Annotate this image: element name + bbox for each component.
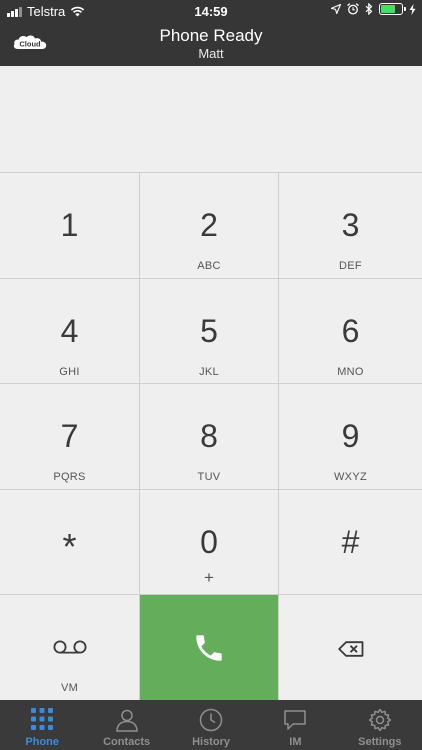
person-icon <box>115 709 138 732</box>
tab-settings[interactable]: Settings <box>338 700 422 750</box>
key-digit: 5 <box>200 312 218 349</box>
key-letters: TUV <box>197 471 221 484</box>
key-digit: 8 <box>200 418 218 455</box>
bluetooth-icon <box>365 3 373 15</box>
key-3[interactable]: 3 DEF <box>279 173 422 279</box>
key-letters: DEF <box>339 260 362 272</box>
chat-bubble-icon <box>284 710 307 730</box>
key-digit: 1 <box>60 207 79 243</box>
call-button[interactable] <box>140 595 279 701</box>
voicemail-button[interactable]: VM <box>0 595 140 701</box>
key-letters: WXYZ <box>334 471 367 484</box>
key-digit: * <box>62 525 77 567</box>
dial-keypad: 1 2 ABC 3 DEF 4 GHI 5 JKL 6 MNO 7 PQRS 8… <box>0 172 422 701</box>
keypad-grid-icon <box>31 708 54 730</box>
number-display <box>0 66 422 172</box>
phone-handset-icon <box>196 635 222 662</box>
key-digit: 6 <box>341 312 360 349</box>
location-arrow-icon <box>331 4 341 14</box>
key-1[interactable]: 1 <box>0 173 140 279</box>
tab-phone[interactable]: Phone <box>0 700 84 750</box>
user-name: Matt <box>198 46 224 61</box>
key-letters: PQRS <box>53 471 86 484</box>
key-letters: MNO <box>337 365 364 378</box>
key-9[interactable]: 9 WXYZ <box>279 384 422 490</box>
tab-contacts[interactable]: Contacts <box>84 700 168 750</box>
app-header: Telstra 14:59 Cloud Phone Ready Matt <box>0 0 422 66</box>
key-2[interactable]: 2 ABC <box>140 173 279 279</box>
tab-label: History <box>192 736 230 748</box>
key-digit: 9 <box>341 418 360 455</box>
delete-button[interactable] <box>279 595 422 701</box>
charging-bolt-icon <box>409 3 416 15</box>
tab-label: Settings <box>358 736 402 748</box>
key-digit: 4 <box>60 312 79 349</box>
gear-icon <box>368 708 392 732</box>
tab-history[interactable]: History <box>169 700 253 750</box>
key-5[interactable]: 5 JKL <box>140 278 279 385</box>
tab-label: IM <box>289 736 302 748</box>
title-block: Phone Ready Matt <box>0 26 422 62</box>
tab-im[interactable]: IM <box>253 700 337 750</box>
status-right <box>331 3 416 15</box>
key-letters: JKL <box>199 365 219 378</box>
clock-icon <box>199 708 223 732</box>
key-6[interactable]: 6 MNO <box>279 278 422 385</box>
key-plus: + <box>204 567 214 587</box>
key-digit: 3 <box>341 207 360 243</box>
voicemail-icon <box>53 640 86 654</box>
key-letters: GHI <box>59 365 80 378</box>
key-7[interactable]: 7 PQRS <box>0 384 140 490</box>
key-star[interactable]: * <box>0 489 140 596</box>
key-hash[interactable]: # <box>279 489 422 596</box>
tab-label: Contacts <box>103 736 151 748</box>
backspace-icon <box>337 641 363 658</box>
key-0[interactable]: 0 + <box>140 489 279 596</box>
key-digit: 7 <box>60 418 79 455</box>
key-letters: ABC <box>197 260 221 272</box>
key-8[interactable]: 8 TUV <box>140 384 279 490</box>
key-4[interactable]: 4 GHI <box>0 278 140 385</box>
battery-level <box>381 5 395 13</box>
key-digit: 2 <box>200 207 218 243</box>
battery-icon <box>379 3 406 15</box>
tab-bar: Phone Contacts History IM Settings <box>0 700 422 750</box>
key-digit: # <box>341 523 360 560</box>
alarm-clock-icon <box>347 3 359 15</box>
tab-label: Phone <box>25 736 60 748</box>
page-title: Phone Ready <box>159 26 263 45</box>
key-digit: 0 <box>200 523 218 560</box>
voicemail-label: VM <box>60 682 79 695</box>
status-bar: Telstra 14:59 <box>0 0 422 22</box>
